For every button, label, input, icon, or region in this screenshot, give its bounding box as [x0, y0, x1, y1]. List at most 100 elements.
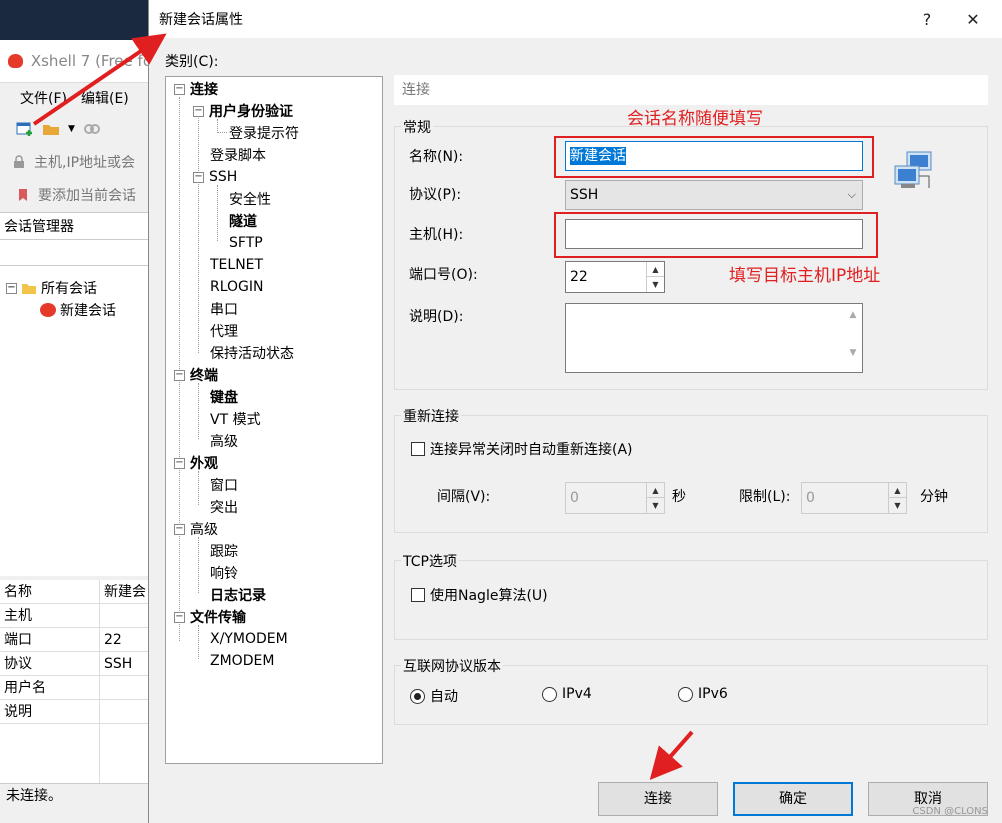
port-stepper[interactable]: 22 ▲ ▼ — [565, 261, 665, 293]
tree-zmodem[interactable]: ZMODEM — [210, 651, 274, 671]
tree-login-script[interactable]: 登录脚本 — [210, 145, 266, 165]
prop-row: 用户名 — [0, 676, 152, 700]
tree-label: SFTP — [229, 235, 263, 251]
checkbox-box[interactable] — [411, 442, 425, 456]
connect-button[interactable]: 连接 — [598, 782, 718, 816]
radio-label: 自动 — [430, 689, 458, 705]
tree-login-prompt[interactable]: 登录提示符 — [229, 123, 299, 143]
checkbox-label: 使用Nagle算法(U) — [430, 588, 548, 604]
radio-label: IPv4 — [562, 686, 592, 702]
tree-label: TELNET — [210, 257, 264, 273]
prop-value — [100, 604, 152, 627]
tree-security[interactable]: 安全性 — [229, 189, 271, 209]
menu-file[interactable]: 文件(F) — [20, 88, 67, 108]
address-bar[interactable]: 主机,IP地址或会 — [12, 146, 152, 178]
collapse-icon[interactable]: − — [174, 457, 185, 469]
xshell-toolbar: ▼ — [0, 112, 152, 146]
link-icon[interactable] — [83, 121, 101, 137]
port-label: 端口号(O): — [409, 267, 478, 283]
ok-button[interactable]: 确定 — [733, 782, 853, 816]
close-button[interactable]: ✕ — [950, 10, 996, 29]
spin-up-icon[interactable]: ▲ — [647, 262, 664, 277]
tree-label: 终端 — [190, 368, 218, 384]
checkbox-box[interactable] — [411, 588, 425, 602]
tree-highlight[interactable]: 突出 — [210, 497, 238, 517]
limit-stepper[interactable]: 0 ▲ ▼ — [801, 482, 907, 514]
tree-keyboard[interactable]: 键盘 — [210, 387, 238, 407]
tree-logging[interactable]: 日志记录 — [210, 585, 266, 605]
tree-auth[interactable]: − 用户身份验证 — [193, 101, 293, 121]
dialog-title: 新建会话属性 — [159, 12, 243, 28]
tree-terminal-advanced[interactable]: 高级 — [210, 431, 238, 451]
menu-edit[interactable]: 编辑(E) — [81, 88, 129, 108]
name-annotation: 会话名称随便填写 — [627, 109, 763, 129]
spin-up-icon[interactable]: ▲ — [647, 483, 664, 498]
tree-connection[interactable]: − 连接 — [174, 79, 218, 99]
session-search-input[interactable] — [0, 240, 152, 266]
tree-label: 登录脚本 — [210, 148, 266, 164]
watermark: CSDN @CLONS — [912, 806, 988, 817]
tree-bell[interactable]: 响铃 — [210, 563, 238, 583]
new-session-icon[interactable] — [16, 121, 34, 137]
tree-ssh[interactable]: − SSH — [193, 167, 237, 187]
protocol-select[interactable]: SSH ⌵ — [565, 180, 863, 210]
collapse-icon[interactable]: − — [174, 369, 185, 381]
tree-item-new-session[interactable]: 新建会话 — [40, 300, 116, 320]
ipv4-radio[interactable]: IPv4 — [542, 686, 592, 702]
tree-label: 代理 — [210, 324, 238, 340]
network-computers-icon — [894, 151, 932, 188]
tree-label: 突出 — [210, 500, 238, 516]
reconnect-group — [394, 415, 988, 533]
tree-proxy[interactable]: 代理 — [210, 321, 238, 341]
category-label: 类别(C): — [165, 54, 219, 70]
help-button[interactable]: ? — [904, 10, 950, 29]
open-folder-icon[interactable] — [42, 121, 60, 137]
tree-serial[interactable]: 串口 — [210, 299, 238, 319]
collapse-icon[interactable]: − — [174, 523, 185, 535]
ip-auto-radio[interactable]: 自动 — [410, 686, 458, 706]
tree-vt-mode[interactable]: VT 模式 — [210, 409, 261, 429]
radio-label: IPv6 — [698, 686, 728, 702]
radio-dot[interactable] — [410, 688, 425, 704]
prop-key: 主机 — [0, 604, 100, 627]
spin-down-icon[interactable]: ▼ — [647, 498, 664, 513]
tree-advanced[interactable]: − 高级 — [174, 519, 218, 539]
spin-down-icon[interactable]: ▼ — [647, 277, 664, 292]
new-session-dialog: 新建会话属性 ? ✕ 类别(C): − 连接 − 用户身份验证 登录提示符 登录脚本… — [148, 0, 1002, 823]
radio-dot[interactable] — [678, 686, 693, 702]
tree-appearance[interactable]: − 外观 — [174, 453, 218, 473]
nagle-checkbox[interactable]: 使用Nagle算法(U) — [411, 585, 548, 605]
radio-dot[interactable] — [542, 686, 557, 702]
tree-tunnel[interactable]: 隧道 — [229, 211, 257, 231]
tree-terminal[interactable]: − 终端 — [174, 365, 218, 385]
spin-up-icon[interactable]: ▲ — [889, 483, 906, 498]
description-input[interactable]: ▲ ▼ — [565, 303, 863, 373]
tree-label: 登录提示符 — [229, 126, 299, 142]
minutes-label: 分钟 — [920, 489, 948, 505]
tree-sftp[interactable]: SFTP — [229, 233, 263, 253]
interval-stepper[interactable]: 0 ▲ ▼ — [565, 482, 665, 514]
tree-window[interactable]: 窗口 — [210, 475, 238, 495]
scrollbar[interactable]: ▲ ▼ — [844, 304, 862, 372]
auto-reconnect-checkbox[interactable]: 连接异常关闭时自动重新连接(A) — [411, 439, 633, 459]
prop-key: 名称 — [0, 580, 100, 603]
dropdown-arrow-icon[interactable]: ▼ — [68, 124, 75, 134]
tree-xymodem[interactable]: X/YMODEM — [210, 629, 288, 649]
collapse-icon[interactable]: − — [174, 611, 185, 623]
tree-keepalive[interactable]: 保持活动状态 — [210, 343, 294, 363]
tree-trace[interactable]: 跟踪 — [210, 541, 238, 561]
collapse-icon[interactable]: − — [193, 171, 204, 183]
tree-item-all-sessions[interactable]: − 所有会话 — [6, 278, 97, 298]
ipv6-radio[interactable]: IPv6 — [678, 686, 728, 702]
prop-row: 名称 新建会 — [0, 580, 152, 604]
collapse-icon[interactable]: − — [193, 105, 204, 117]
collapse-icon[interactable]: − — [174, 83, 185, 95]
prop-value: 22 — [104, 632, 122, 648]
tree-file-transfer[interactable]: − 文件传输 — [174, 607, 246, 627]
tree-rlogin[interactable]: RLOGIN — [210, 277, 264, 297]
collapse-icon[interactable]: − — [6, 282, 17, 294]
limit-label: 限制(L): — [739, 489, 791, 505]
tree-telnet[interactable]: TELNET — [210, 255, 263, 275]
spin-down-icon[interactable]: ▼ — [889, 498, 906, 513]
folder-icon — [22, 284, 36, 294]
